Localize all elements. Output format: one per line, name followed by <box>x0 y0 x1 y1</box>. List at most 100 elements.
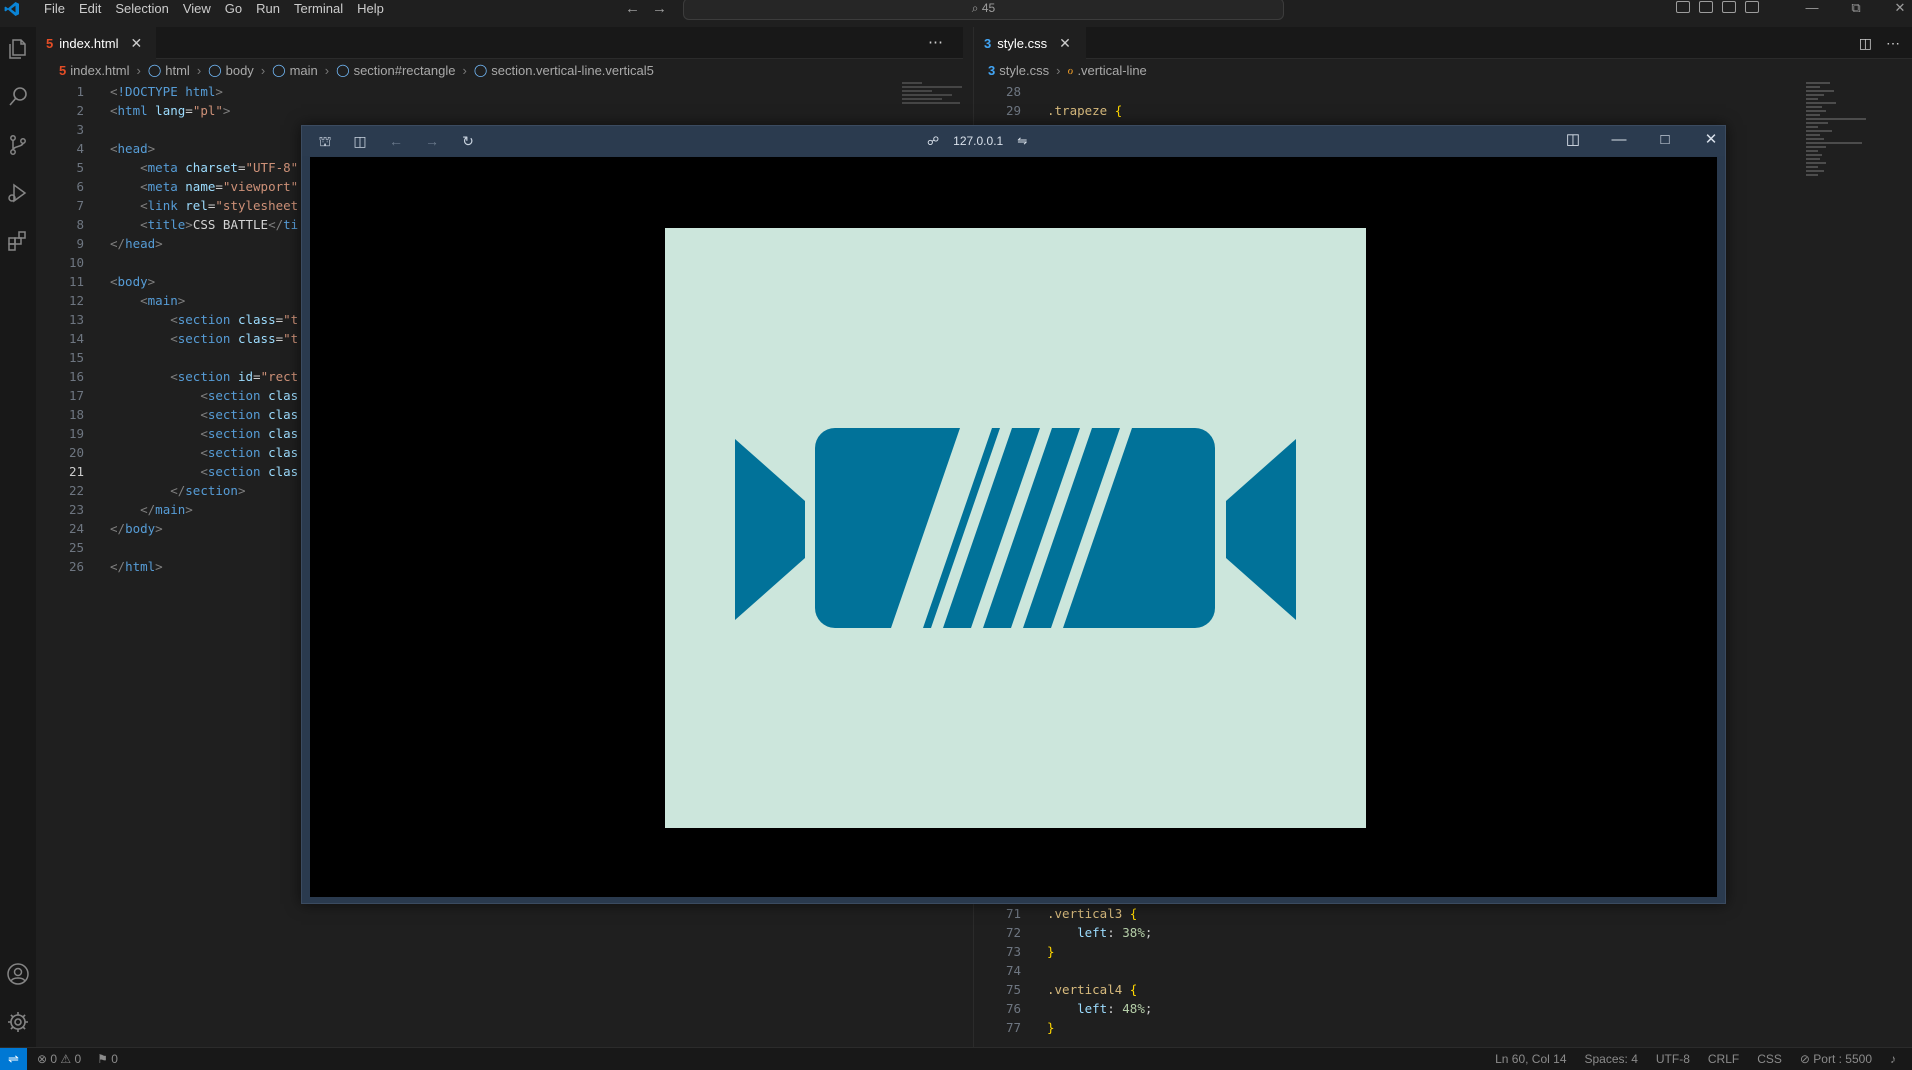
forward-arrow-icon[interactable]: → <box>424 133 440 149</box>
notifications-bell-icon[interactable]: ♪ <box>1890 1048 1896 1070</box>
line-number: 29 <box>1005 103 1021 118</box>
toggle-secondary-sidebar-icon[interactable] <box>1722 1 1736 13</box>
remote-indicator-icon[interactable]: ⇌ <box>0 1048 27 1070</box>
menu-run[interactable]: Run <box>249 0 287 18</box>
source-control-icon[interactable] <box>6 133 30 157</box>
line-number: 3 <box>76 122 84 137</box>
search-icon[interactable] <box>6 85 30 109</box>
page-viewport <box>310 157 1717 897</box>
right-editor-actions: ◫ ⋯ <box>1859 35 1900 52</box>
sidebar-toggle-icon[interactable]: ◫ <box>352 133 368 149</box>
line-number: 14 <box>68 331 84 346</box>
end-of-line[interactable]: CRLF <box>1708 1048 1739 1070</box>
restore-icon[interactable]: ⧉ <box>1834 0 1878 16</box>
nav-arrows: ← → <box>625 0 679 18</box>
minimize-icon[interactable]: — <box>1790 0 1834 16</box>
candy-illustration <box>735 428 1296 628</box>
breadcrumb-item[interactable]: section#rectangle <box>354 63 456 78</box>
code-text: <!DOCTYPE html> <box>110 84 223 99</box>
line-number: 73 <box>1005 944 1021 959</box>
close-tab-icon[interactable]: ✕ <box>1059 35 1071 52</box>
breadcrumb-item[interactable]: section.vertical-line.vertical5 <box>491 63 654 78</box>
menu-view[interactable]: View <box>176 0 218 18</box>
breadcrumb: 3 style.css › ℴ .vertical-line <box>974 59 1912 81</box>
back-arrow-icon[interactable]: ← <box>388 133 404 149</box>
code-text: <html lang="pl"> <box>110 103 231 118</box>
line-number: 15 <box>68 350 84 365</box>
preview-browser-window: ⛫ ◫ ← → ↻ ☍ 127.0.0.1 ⇋ ◫ — □ ✕ <box>301 125 1726 904</box>
status-right: Ln 60, Col 14 Spaces: 4 UTF-8 CRLF CSS ⊘… <box>1495 1048 1896 1070</box>
css-file-icon: 3 <box>988 62 996 78</box>
breadcrumb-item[interactable]: html <box>165 63 190 78</box>
minimize-icon[interactable]: — <box>1596 132 1642 148</box>
line-number: 24 <box>68 521 84 536</box>
left-minimap[interactable] <box>902 82 964 122</box>
window-controls: — ⧉ ✕ <box>1790 0 1912 16</box>
split-view-icon[interactable]: ◫ <box>1550 132 1596 148</box>
site-settings-icon[interactable]: ⇋ <box>1017 126 1027 156</box>
right-minimap[interactable] <box>1806 82 1876 252</box>
code-text: <title>CSS BATTLE</ti <box>140 217 299 232</box>
menu-edit[interactable]: Edit <box>72 0 108 18</box>
address-bar[interactable]: ☍ 127.0.0.1 ⇋ <box>927 126 1027 156</box>
problems-indicator[interactable]: ⊗ 0 ⚠ 0 <box>37 1048 81 1070</box>
line-number: 9 <box>76 236 84 251</box>
line-number: 71 <box>1005 906 1021 921</box>
breadcrumb-item[interactable]: style.css <box>999 63 1049 78</box>
forward-arrow-icon[interactable]: → <box>652 0 667 17</box>
toggle-panel-icon[interactable] <box>1699 1 1713 13</box>
css-file-icon: 3 <box>984 35 992 51</box>
code-text: <head> <box>110 141 156 156</box>
breadcrumb-item[interactable]: body <box>226 63 254 78</box>
reload-icon[interactable]: ↻ <box>460 133 476 149</box>
element-icon: ◯ <box>336 63 350 77</box>
line-number: 23 <box>68 502 84 517</box>
code-text: <main> <box>140 293 186 308</box>
line-number: 16 <box>68 369 84 384</box>
close-window-icon[interactable]: ✕ <box>1878 0 1912 16</box>
menu-selection[interactable]: Selection <box>108 0 175 18</box>
explorer-icon[interactable] <box>6 37 30 61</box>
cursor-position[interactable]: Ln 60, Col 14 <box>1495 1048 1566 1070</box>
settings-gear-icon[interactable] <box>6 1010 30 1034</box>
split-editor-icon[interactable]: ◫ <box>1859 35 1872 52</box>
language-mode[interactable]: CSS <box>1757 1048 1782 1070</box>
menu-file[interactable]: File <box>37 0 72 18</box>
run-debug-icon[interactable] <box>6 181 30 205</box>
command-center-search[interactable]: ⌕ 45 <box>683 0 1284 20</box>
toggle-primary-sidebar-icon[interactable] <box>1676 1 1690 13</box>
close-window-icon[interactable]: ✕ <box>1688 132 1734 148</box>
customize-layout-icon[interactable] <box>1745 1 1759 13</box>
breadcrumb-item[interactable]: main <box>290 63 318 78</box>
breadcrumb-item[interactable]: index.html <box>70 63 129 78</box>
status-bar: ⇌ ⊗ 0 ⚠ 0 ⚑ 0 Ln 60, Col 14 Spaces: 4 UT… <box>0 1047 1912 1070</box>
more-actions-icon[interactable]: ⋯ <box>928 33 943 51</box>
menu-bar: File Edit Selection View Go Run Terminal… <box>37 0 391 18</box>
menu-terminal[interactable]: Terminal <box>287 0 350 18</box>
maximize-icon[interactable]: □ <box>1642 132 1688 148</box>
tab-index-html[interactable]: 5 index.html ✕ <box>36 27 156 59</box>
code-text: left: 38%; <box>1077 925 1153 940</box>
menu-help[interactable]: Help <box>350 0 391 18</box>
code-text: <section class="t <box>170 331 299 346</box>
activity-bar <box>0 27 36 1047</box>
live-server-port[interactable]: ⊘ Port : 5500 <box>1800 1048 1872 1070</box>
extensions-icon[interactable] <box>6 229 30 253</box>
ports-indicator[interactable]: ⚑ 0 <box>97 1048 118 1070</box>
code-text: <meta name="viewport" <box>140 179 299 194</box>
accounts-icon[interactable] <box>6 962 30 986</box>
line-number: 10 <box>68 255 84 270</box>
encoding[interactable]: UTF-8 <box>1656 1048 1690 1070</box>
layout-controls <box>1676 1 1759 13</box>
breadcrumb-item[interactable]: .vertical-line <box>1077 63 1146 78</box>
link-icon: ☍ <box>927 134 940 148</box>
more-actions-icon[interactable]: ⋯ <box>1886 35 1900 52</box>
menu-go[interactable]: Go <box>218 0 249 18</box>
tab-style-css[interactable]: 3 style.css ✕ <box>974 27 1086 59</box>
indentation[interactable]: Spaces: 4 <box>1585 1048 1638 1070</box>
line-number: 8 <box>76 217 84 232</box>
close-tab-icon[interactable]: ✕ <box>130 35 142 52</box>
code-text: <section clas <box>200 464 299 479</box>
line-number: 26 <box>68 559 84 574</box>
back-arrow-icon[interactable]: ← <box>625 0 640 17</box>
